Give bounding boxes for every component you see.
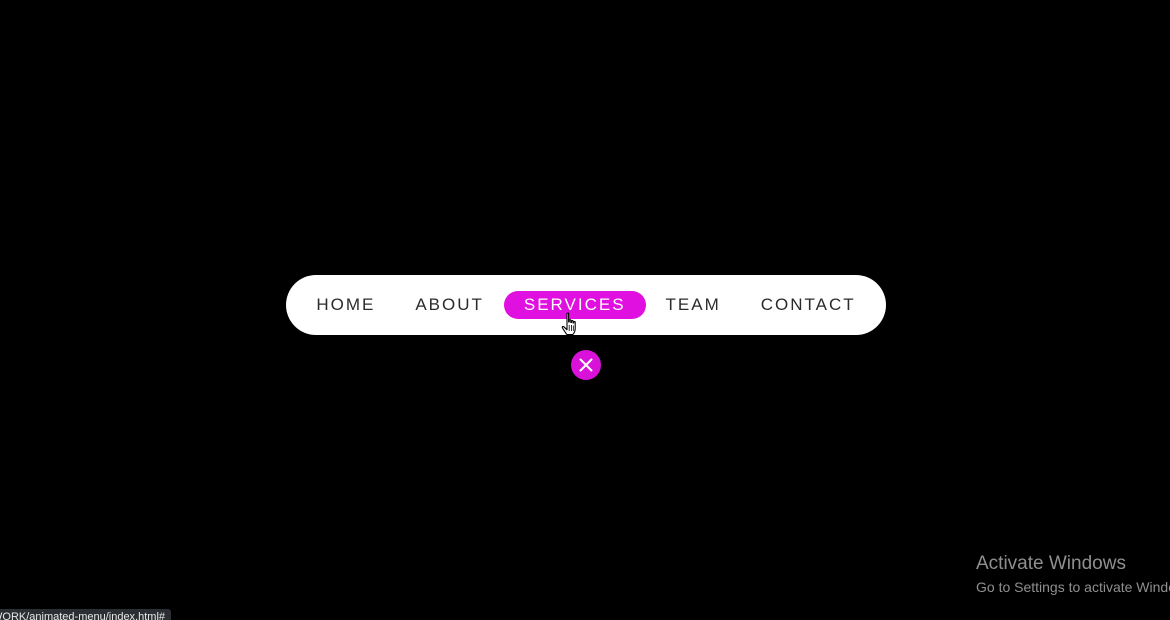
page: HOME ABOUT SERVICES TEAM CONTACT Activat… bbox=[0, 0, 1170, 620]
status-url-text: WORK/animated-menu/index.html# bbox=[0, 611, 166, 620]
nav-list: HOME ABOUT SERVICES TEAM CONTACT bbox=[296, 291, 875, 319]
hand-pointer-icon bbox=[561, 312, 576, 336]
nav-item-team: TEAM bbox=[646, 291, 741, 319]
nav-item-home: HOME bbox=[296, 291, 395, 319]
close-button[interactable] bbox=[571, 350, 601, 380]
windows-activation-watermark: Activate Windows Go to Settings to activ… bbox=[976, 553, 1170, 597]
nav-item-about: ABOUT bbox=[395, 291, 504, 319]
watermark-subtitle: Go to Settings to activate Windows. bbox=[976, 579, 1170, 595]
nav-link-team[interactable]: TEAM bbox=[646, 291, 741, 319]
close-icon bbox=[579, 358, 593, 372]
status-bar-url: WORK/animated-menu/index.html# bbox=[0, 609, 172, 620]
nav-link-contact[interactable]: CONTACT bbox=[741, 291, 876, 319]
nav-link-home[interactable]: HOME bbox=[296, 291, 395, 319]
nav-item-contact: CONTACT bbox=[741, 291, 876, 319]
nav-link-about[interactable]: ABOUT bbox=[395, 291, 504, 319]
nav-menu: HOME ABOUT SERVICES TEAM CONTACT bbox=[286, 275, 886, 335]
watermark-title: Activate Windows bbox=[976, 553, 1126, 574]
